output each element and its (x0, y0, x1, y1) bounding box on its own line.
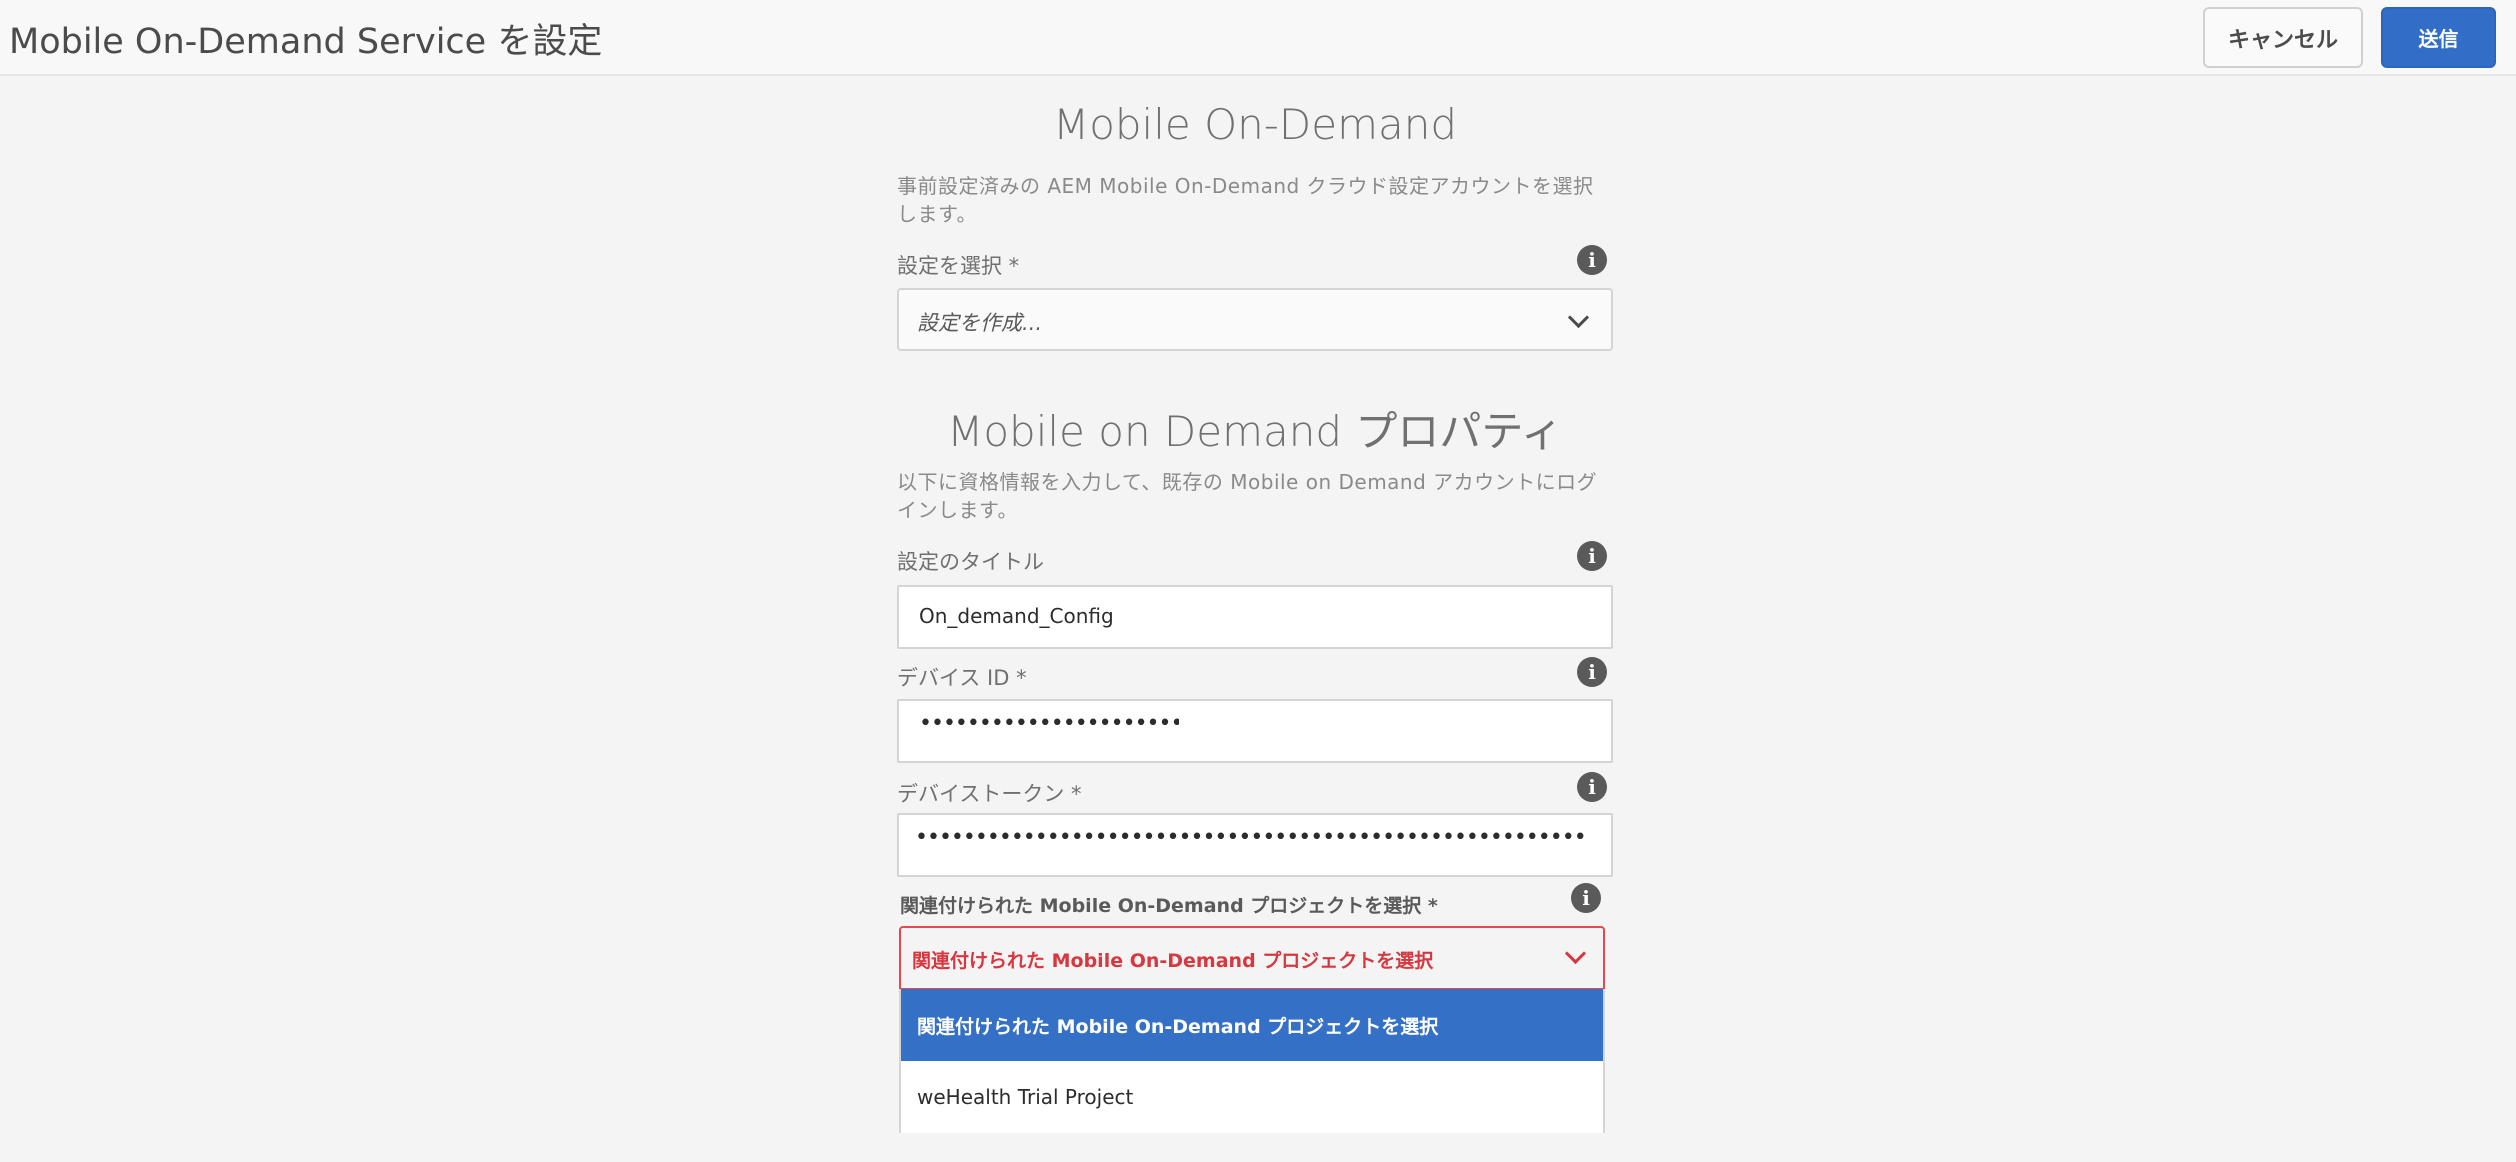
section-title-properties: Mobile on Demand プロパティ (947, 407, 1563, 456)
top-bar: Mobile On-Demand Service を設定 キャンセル 送信 (0, 0, 2516, 76)
device-id-value: •••••••••••••••••••••••••••••••••••••• (919, 711, 1179, 736)
cancel-button[interactable]: キャンセル (2203, 7, 2363, 68)
device-id-input[interactable]: •••••••••••••••••••••••••••••••••••••• (897, 699, 1613, 763)
project-option-default[interactable]: 関連付けられた Mobile On-Demand プロジェクトを選択 (901, 989, 1603, 1061)
info-icon[interactable]: i (1577, 541, 1607, 571)
config-title-label: 設定のタイトル (897, 550, 1044, 574)
project-dropdown-list: 関連付けられた Mobile On-Demand プロジェクトを選択 weHea… (899, 989, 1605, 1133)
config-title-input[interactable]: On_demand_Config (897, 585, 1613, 649)
project-option-wehealth[interactable]: weHealth Trial Project (901, 1061, 1603, 1133)
config-select[interactable]: 設定を作成... (897, 288, 1613, 351)
config-select-label: 設定を選択 * (897, 254, 1020, 278)
info-icon[interactable]: i (1577, 657, 1607, 687)
section-description: 以下に資格情報を入力して、既存の Mobile on Demand アカウントに… (897, 470, 1598, 522)
config-select-value: 設定を作成... (917, 311, 1043, 335)
device-token-value: ••••••••••••••••••••••••••••••••••••••••… (915, 825, 1589, 850)
config-title-value: On_demand_Config (919, 604, 1114, 628)
submit-button[interactable]: 送信 (2381, 7, 2496, 68)
project-select-value: 関連付けられた Mobile On-Demand プロジェクトを選択 (912, 950, 1434, 972)
device-token-input[interactable]: ••••••••••••••••••••••••••••••••••••••••… (897, 813, 1613, 877)
info-icon[interactable]: i (1571, 883, 1601, 913)
settings-form: Mobile On-Demand 事前設定済みの AEM Mobile On-D… (897, 76, 1613, 1133)
page-title: Mobile On-Demand Service を設定 (9, 22, 603, 62)
info-icon[interactable]: i (1577, 772, 1607, 802)
section-title-mobile-on-demand: Mobile On-Demand (1052, 100, 1458, 149)
section-description: 事前設定済みの AEM Mobile On-Demand クラウド設定アカウント… (897, 174, 1594, 226)
info-icon[interactable]: i (1577, 245, 1607, 275)
device-id-label: デバイス ID * (897, 666, 1027, 690)
project-select-label: 関連付けられた Mobile On-Demand プロジェクトを選択 * (900, 895, 1438, 917)
project-select[interactable]: 関連付けられた Mobile On-Demand プロジェクトを選択 (899, 926, 1605, 990)
chevron-down-icon (1567, 306, 1590, 329)
chevron-down-icon (1564, 942, 1587, 965)
device-token-label: デバイストークン * (897, 782, 1082, 806)
